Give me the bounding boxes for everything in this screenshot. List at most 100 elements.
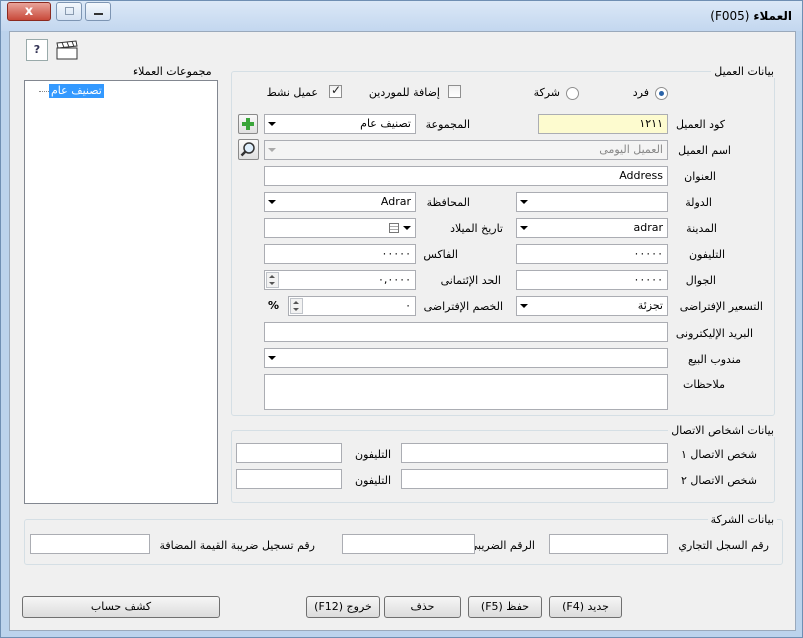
- contact-2-phone-field[interactable]: [236, 469, 342, 489]
- governorate-label: المحافظة: [426, 196, 470, 209]
- minimize-icon: [94, 13, 103, 15]
- group-label: المجموعة: [425, 118, 470, 131]
- close-icon: x: [24, 4, 34, 19]
- email-label: البريد الإليكترونى: [675, 327, 753, 340]
- groups-panel-title: مجموعات العملاء: [130, 65, 215, 78]
- add-to-suppliers-checkbox[interactable]: [448, 85, 461, 98]
- contacts-section-title: بيانات اشخاص الاتصال: [668, 424, 777, 437]
- title-bar: x العملاء (F005): [1, 1, 802, 31]
- account-statement-button[interactable]: كشف حساب: [22, 596, 220, 618]
- tax-number-field[interactable]: [342, 534, 475, 554]
- contacts-group: [231, 430, 775, 503]
- sales-rep-dropdown[interactable]: [264, 348, 668, 368]
- vat-number-label: رقم تسجيل ضريبة القيمة المضافة: [159, 539, 315, 552]
- group-value: تصنيف عام: [360, 117, 411, 130]
- save-button[interactable]: حفظ (F5): [468, 596, 542, 618]
- notes-label: ملاحظات: [683, 378, 725, 391]
- customer-section-title: بيانات العميل: [711, 65, 777, 78]
- default-pricing-dropdown[interactable]: تجزئة: [516, 296, 668, 316]
- search-customer-button[interactable]: [238, 139, 259, 160]
- window-code: (F005): [710, 9, 750, 23]
- city-dropdown[interactable]: adrar: [516, 218, 668, 238]
- contact-person-1-label: شخص الاتصال ١: [681, 448, 757, 461]
- tax-number-label: الرقم الضريبى: [468, 539, 535, 552]
- chevron-down-icon: [520, 200, 528, 204]
- help-icon[interactable]: ?: [26, 39, 48, 61]
- close-button[interactable]: x: [7, 2, 51, 21]
- contact-person-2-label: شخص الاتصال ٢: [681, 474, 757, 487]
- individual-radio[interactable]: [655, 87, 668, 100]
- city-label: المدينة: [686, 222, 717, 235]
- fax-field[interactable]: ٠٠٠٠٠: [264, 244, 416, 264]
- active-customer-label: عميل نشط: [266, 86, 318, 99]
- credit-limit-spinner[interactable]: [266, 272, 279, 288]
- contact-2-phone-label: التليفون: [354, 474, 391, 487]
- customer-code-label: كود العميل: [675, 118, 725, 131]
- clapperboard-icon[interactable]: [55, 39, 79, 61]
- chevron-down-icon: [268, 200, 276, 204]
- window-title: العملاء (F005): [710, 9, 792, 23]
- exit-button[interactable]: خروج (F12): [306, 596, 380, 618]
- mobile-field[interactable]: ٠٠٠٠٠: [516, 270, 668, 290]
- calendar-icon: [389, 223, 399, 233]
- credit-limit-label: الحد الإئتمانى: [440, 274, 501, 287]
- company-label: شركة: [533, 86, 560, 99]
- credit-limit-value: ٠,٠٠٠٠: [377, 273, 411, 286]
- fax-label: الفاكس: [423, 248, 458, 261]
- address-label: العنوان: [684, 170, 716, 183]
- customer-name-label: اسم العميل: [678, 144, 731, 157]
- notes-field[interactable]: [264, 374, 668, 410]
- maximize-button[interactable]: [56, 2, 82, 21]
- customer-name-field[interactable]: العميل اليومى: [264, 140, 668, 160]
- chevron-down-icon: [403, 226, 411, 230]
- chevron-down-icon: [268, 122, 276, 126]
- tree-item-general[interactable]: تصنيف عام: [49, 84, 104, 98]
- customer-name-placeholder: العميل اليومى: [599, 143, 663, 156]
- group-dropdown[interactable]: تصنيف عام: [264, 114, 416, 134]
- add-to-suppliers-label: إضافة للموردين: [368, 86, 440, 99]
- country-dropdown[interactable]: [516, 192, 668, 212]
- percent-sign: %: [268, 299, 280, 312]
- default-pricing-value: تجزئة: [637, 299, 663, 312]
- city-value: adrar: [633, 221, 663, 234]
- add-group-button[interactable]: [238, 114, 258, 134]
- delete-button[interactable]: حذف: [384, 596, 461, 618]
- email-field[interactable]: [264, 322, 668, 342]
- vat-number-field[interactable]: [30, 534, 150, 554]
- sales-rep-label: مندوب البيع: [687, 353, 741, 366]
- client-area: ? مجموعات العملاء تصنيف عام بيانات العمي…: [9, 31, 796, 631]
- active-customer-checkbox[interactable]: [329, 83, 342, 98]
- new-button[interactable]: جديد (F4): [549, 596, 622, 618]
- default-discount-label: الخصم الإفتراضى: [423, 300, 503, 313]
- default-discount-field[interactable]: ٠: [288, 296, 416, 316]
- contact-1-phone-field[interactable]: [236, 443, 342, 463]
- default-discount-spinner[interactable]: [290, 298, 303, 314]
- birth-date-picker[interactable]: [264, 218, 416, 238]
- chevron-down-icon: [520, 226, 528, 230]
- commercial-register-label: رقم السجل التجاري: [678, 539, 769, 552]
- contact-person-1-field[interactable]: [401, 443, 668, 463]
- birth-date-label: تاريخ الميلاد: [450, 222, 503, 235]
- chevron-down-icon: [268, 356, 276, 360]
- contact-1-phone-label: التليفون: [354, 448, 391, 461]
- customers-window: x العملاء (F005) ? مجموعات العملاء تصنيف…: [0, 0, 803, 638]
- mobile-label: الجوال: [685, 274, 716, 287]
- customer-groups-tree[interactable]: تصنيف عام: [24, 80, 218, 504]
- contact-person-2-field[interactable]: [401, 469, 668, 489]
- minimize-button[interactable]: [85, 2, 111, 21]
- company-section-title: بيانات الشركة: [707, 513, 777, 526]
- phone-label: التليفون: [688, 248, 725, 261]
- customer-code-field[interactable]: ١٢١١: [538, 114, 668, 134]
- maximize-icon: [65, 7, 74, 15]
- company-radio[interactable]: [566, 87, 579, 100]
- search-icon: [240, 142, 255, 157]
- commercial-register-field[interactable]: [549, 534, 668, 554]
- window-title-label: العملاء: [753, 9, 792, 23]
- individual-label: فرد: [632, 86, 649, 99]
- governorate-value: Adrar: [380, 195, 411, 208]
- phone-field[interactable]: ٠٠٠٠٠: [516, 244, 668, 264]
- default-pricing-label: التسعير الإفتراضى: [679, 300, 763, 313]
- credit-limit-field[interactable]: ٠,٠٠٠٠: [264, 270, 416, 290]
- address-field[interactable]: Address: [264, 166, 668, 186]
- governorate-dropdown[interactable]: Adrar: [264, 192, 416, 212]
